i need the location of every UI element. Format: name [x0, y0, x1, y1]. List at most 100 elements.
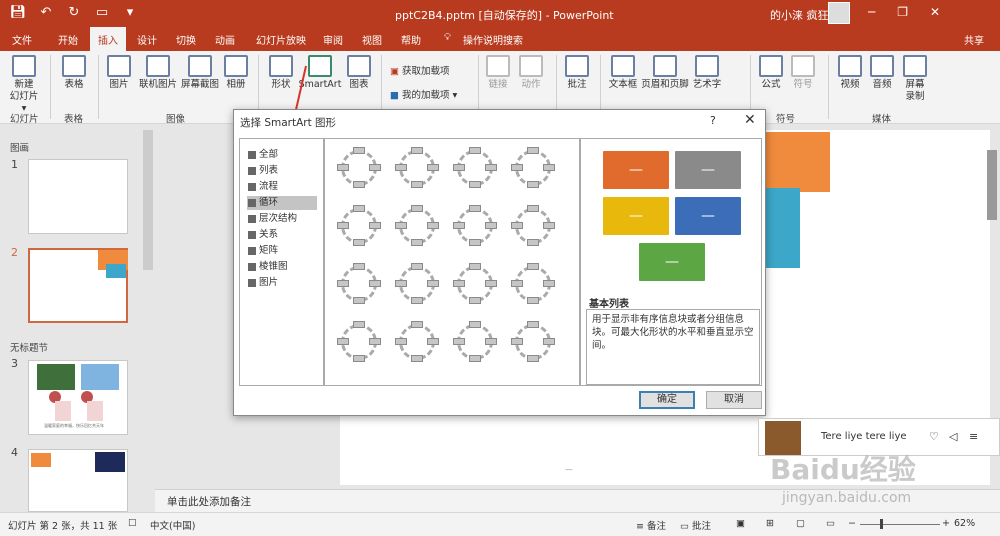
cycle-layout-option[interactable]: [511, 205, 555, 247]
cycle-layout-option[interactable]: [395, 263, 439, 305]
preview-block: —: [639, 243, 705, 281]
node-shape: [469, 297, 481, 304]
node-shape: [337, 280, 349, 287]
node-shape: [353, 263, 365, 270]
category-hierarchy[interactable]: 层次结构: [247, 212, 317, 226]
cycle-layout-option[interactable]: [453, 147, 497, 189]
zoom-out-icon[interactable]: −: [848, 518, 856, 529]
node-shape: [411, 147, 423, 154]
node-shape: [527, 239, 539, 246]
node-shape: [353, 205, 365, 212]
category-list-item[interactable]: 列表: [247, 164, 317, 178]
cycle-layout-option[interactable]: [453, 205, 497, 247]
slide-counter: 幻灯片 第 2 张，共 11 张: [8, 521, 118, 532]
spellcheck-icon[interactable]: ☐: [128, 518, 137, 529]
zoom-slider[interactable]: [860, 524, 940, 525]
playlist-icon[interactable]: ≡: [969, 430, 978, 443]
node-shape: [395, 338, 407, 345]
node-shape: [543, 164, 555, 171]
reading-view-icon[interactable]: ▢: [796, 518, 805, 529]
zoom-in-icon[interactable]: +: [942, 518, 950, 529]
category-all[interactable]: 全部: [247, 148, 317, 162]
node-shape: [543, 280, 555, 287]
node-shape: [427, 222, 439, 229]
help-button[interactable]: ?: [710, 114, 716, 127]
node-shape: [485, 164, 497, 171]
zoom-thumb[interactable]: [880, 519, 883, 529]
node-shape: [485, 222, 497, 229]
slideshow-icon[interactable]: ▭: [826, 518, 835, 529]
speaker-icon[interactable]: ◁: [949, 430, 957, 443]
ok-button[interactable]: 确定: [639, 391, 695, 409]
node-shape: [337, 338, 349, 345]
normal-view-icon[interactable]: ▣: [736, 518, 745, 529]
node-shape: [411, 321, 423, 328]
category-process[interactable]: 流程: [247, 180, 317, 194]
node-shape: [469, 321, 481, 328]
comments-toggle[interactable]: ▭ 批注: [680, 518, 711, 532]
preview-block: —: [675, 151, 741, 189]
heart-icon[interactable]: ♡: [929, 430, 939, 443]
process-icon: [248, 183, 256, 191]
preview-block: —: [603, 151, 669, 189]
cycle-layout-option[interactable]: [337, 205, 381, 247]
notes-placeholder: 单击此处添加备注: [167, 496, 251, 508]
category-picture[interactable]: 图片: [247, 276, 317, 290]
relationship-icon: [248, 231, 256, 239]
cycle-layout-option[interactable]: [337, 321, 381, 363]
cycle-layout-option[interactable]: [337, 147, 381, 189]
category-relationship[interactable]: 关系: [247, 228, 317, 242]
node-shape: [469, 205, 481, 212]
cycle-layout-option[interactable]: [395, 147, 439, 189]
picture-icon: [248, 279, 256, 287]
node-shape: [395, 222, 407, 229]
cycle-layout-option[interactable]: [453, 321, 497, 363]
node-shape: [511, 164, 523, 171]
node-shape: [411, 355, 423, 362]
node-shape: [353, 321, 365, 328]
node-shape: [543, 338, 555, 345]
node-shape: [411, 263, 423, 270]
node-shape: [395, 280, 407, 287]
node-shape: [453, 338, 465, 345]
node-shape: [427, 280, 439, 287]
node-shape: [511, 338, 523, 345]
category-pyramid[interactable]: 棱锥图: [247, 260, 317, 274]
node-shape: [527, 355, 539, 362]
cycle-layout-option[interactable]: [511, 263, 555, 305]
node-shape: [353, 147, 365, 154]
node-shape: [469, 263, 481, 270]
cancel-button[interactable]: 取消: [706, 391, 762, 409]
node-shape: [543, 222, 555, 229]
cycle-layout-option[interactable]: [395, 205, 439, 247]
language-indicator[interactable]: 中文(中国): [150, 518, 195, 532]
preview-block: —: [675, 197, 741, 235]
notes-toggle[interactable]: ≡ 备注: [636, 518, 666, 532]
cycle-layout-option[interactable]: [511, 321, 555, 363]
node-shape: [527, 297, 539, 304]
preview-description: 用于显示非有序信息块或者分组信息块。可最大化形状的水平和垂直显示空间。: [586, 309, 760, 385]
track-title: Tere liye tere liye: [821, 431, 907, 442]
node-shape: [453, 164, 465, 171]
layout-gallery: [324, 138, 580, 386]
node-shape: [353, 181, 365, 188]
cycle-layout-option[interactable]: [395, 321, 439, 363]
node-shape: [453, 222, 465, 229]
node-shape: [511, 280, 523, 287]
zoom-level[interactable]: 62%: [954, 518, 975, 529]
node-shape: [369, 280, 381, 287]
category-cycle[interactable]: 循环: [247, 196, 317, 210]
hierarchy-icon: [248, 215, 256, 223]
slide-sorter-icon[interactable]: ⊞: [766, 518, 774, 529]
node-shape: [469, 239, 481, 246]
preview-title: 基本列表: [589, 299, 629, 310]
cycle-layout-option[interactable]: [453, 263, 497, 305]
cycle-layout-option[interactable]: [511, 147, 555, 189]
node-shape: [469, 147, 481, 154]
layout-preview: — — — — — 基本列表 用于显示非有序信息块或者分组信息块。可最大化形状的…: [580, 138, 762, 386]
cycle-layout-option[interactable]: [337, 263, 381, 305]
dialog-title: 选择 SmartArt 图形: [240, 117, 337, 129]
list-icon: [248, 167, 256, 175]
dialog-close-button[interactable]: ✕: [744, 112, 756, 128]
category-matrix[interactable]: 矩阵: [247, 244, 317, 258]
